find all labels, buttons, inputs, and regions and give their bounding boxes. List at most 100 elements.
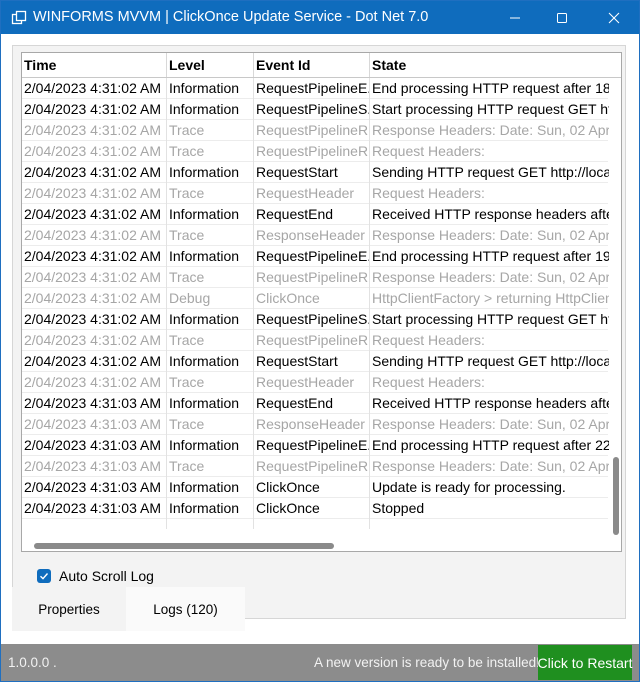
cell-time[interactable]: 2/04/2023 4:31:02 AM bbox=[22, 141, 167, 162]
cell-time[interactable]: 2/04/2023 4:31:02 AM bbox=[22, 351, 167, 372]
cell-level[interactable]: Information bbox=[167, 246, 254, 267]
minimize-button[interactable] bbox=[492, 1, 538, 34]
cell-state[interactable]: Response Headers: Date: Sun, 02 Apr 202 bbox=[370, 225, 610, 246]
column-header-event-id[interactable]: Event Id bbox=[254, 53, 370, 77]
cell-event-id[interactable]: RequestEnd bbox=[254, 204, 370, 225]
cell-state[interactable]: Response Headers: Date: Sun, 02 Apr 202 bbox=[370, 414, 610, 435]
vertical-scroll-thumb[interactable] bbox=[613, 457, 619, 535]
horizontal-scroll-thumb[interactable] bbox=[34, 543, 334, 549]
cell-time[interactable]: 2/04/2023 4:31:03 AM bbox=[22, 498, 167, 519]
cell-level[interactable]: Information bbox=[167, 162, 254, 183]
cell-event-id[interactable]: ClickOnce bbox=[254, 477, 370, 498]
cell-state[interactable]: Request Headers: bbox=[370, 372, 610, 393]
cell-time[interactable]: 2/04/2023 4:31:02 AM bbox=[22, 204, 167, 225]
cell-event-id[interactable]: RequestHeader bbox=[254, 183, 370, 204]
cell-state[interactable]: Request Headers: bbox=[370, 183, 610, 204]
cell-event-id[interactable]: ResponseHeader bbox=[254, 414, 370, 435]
cell-time[interactable]: 2/04/2023 4:31:03 AM bbox=[22, 414, 167, 435]
cell-event-id[interactable]: RequestStart bbox=[254, 162, 370, 183]
cell-level[interactable]: Information bbox=[167, 204, 254, 225]
restart-button[interactable]: Click to Restart bbox=[538, 645, 632, 680]
table-row[interactable]: 2/04/2023 4:31:02 AM Trace RequestPipeline… bbox=[22, 120, 610, 141]
cell-level[interactable]: Trace bbox=[167, 456, 254, 477]
cell-time[interactable]: 2/04/2023 4:31:02 AM bbox=[22, 246, 167, 267]
cell-event-id[interactable]: RequestPipelineE... bbox=[254, 78, 370, 99]
table-row[interactable]: 2/04/2023 4:31:02 AM Trace RequestPipeline… bbox=[22, 330, 608, 351]
tab-properties[interactable]: Properties bbox=[12, 587, 126, 631]
tab-logs[interactable]: Logs (120) bbox=[126, 587, 245, 631]
cell-time[interactable]: 2/04/2023 4:31:02 AM bbox=[22, 99, 167, 120]
cell-state[interactable]: Received HTTP response headers after 1.2 bbox=[370, 204, 610, 225]
cell-state[interactable]: Stopped bbox=[370, 498, 610, 519]
close-button[interactable] bbox=[591, 1, 637, 34]
cell-level[interactable]: Debug bbox=[167, 288, 254, 309]
horizontal-scrollbar[interactable] bbox=[22, 538, 609, 551]
table-row[interactable]: 2/04/2023 4:31:03 AM Trace ResponseHeader R… bbox=[22, 414, 610, 435]
table-row[interactable]: 2/04/2023 4:31:02 AM Trace RequestPipeline… bbox=[22, 141, 608, 162]
cell-event-id[interactable]: RequestPipelineR... bbox=[254, 141, 370, 162]
cell-state[interactable]: End processing HTTP request after 193.8 bbox=[370, 246, 610, 267]
cell-time[interactable]: 2/04/2023 4:31:03 AM bbox=[22, 477, 167, 498]
cell-time[interactable]: 2/04/2023 4:31:02 AM bbox=[22, 162, 167, 183]
cell-time[interactable]: 2/04/2023 4:31:03 AM bbox=[22, 435, 167, 456]
cell-time[interactable]: 2/04/2023 4:31:03 AM bbox=[22, 456, 167, 477]
table-row[interactable]: 2/04/2023 4:31:02 AM Information RequestSt… bbox=[22, 162, 610, 183]
cell-state[interactable]: HttpClientFactory > returning HttpClient bbox=[370, 288, 610, 309]
cell-state[interactable]: End processing HTTP request after 188.5 bbox=[370, 78, 610, 99]
table-row[interactable]: 2/04/2023 4:31:02 AM Information RequestSt… bbox=[22, 351, 610, 372]
cell-level[interactable]: Information bbox=[167, 498, 254, 519]
cell-level[interactable]: Trace bbox=[167, 183, 254, 204]
cell-time[interactable]: 2/04/2023 4:31:02 AM bbox=[22, 267, 167, 288]
cell-state[interactable]: Sending HTTP request GET http://localho bbox=[370, 162, 610, 183]
cell-event-id[interactable]: RequestPipelineS... bbox=[254, 309, 370, 330]
cell-time[interactable]: 2/04/2023 4:31:02 AM bbox=[22, 330, 167, 351]
maximize-button[interactable] bbox=[539, 1, 585, 34]
cell-state[interactable]: Response Headers: Date: Sun, 02 Apr 202 bbox=[370, 456, 610, 477]
auto-scroll-label[interactable]: Auto Scroll Log bbox=[59, 568, 154, 584]
cell-level[interactable]: Information bbox=[167, 309, 254, 330]
cell-level[interactable]: Trace bbox=[167, 225, 254, 246]
cell-level[interactable]: Information bbox=[167, 99, 254, 120]
log-grid[interactable]: Time Level Event Id State 2/04/2023 4:31… bbox=[21, 52, 622, 552]
cell-state[interactable]: Update is ready for processing. bbox=[370, 477, 610, 498]
cell-event-id[interactable]: RequestStart bbox=[254, 351, 370, 372]
cell-event-id[interactable]: RequestPipelineE... bbox=[254, 435, 370, 456]
cell-event-id[interactable]: RequestPipelineR... bbox=[254, 267, 370, 288]
column-header-time[interactable]: Time bbox=[22, 53, 167, 77]
cell-time[interactable]: 2/04/2023 4:31:02 AM bbox=[22, 78, 167, 99]
cell-level[interactable]: Trace bbox=[167, 141, 254, 162]
cell-event-id[interactable]: RequestHeader bbox=[254, 372, 370, 393]
table-row[interactable]: 2/04/2023 4:31:02 AM Information RequestPi… bbox=[22, 309, 610, 330]
auto-scroll-option[interactable]: Auto Scroll Log bbox=[37, 566, 154, 586]
cell-time[interactable]: 2/04/2023 4:31:03 AM bbox=[22, 393, 167, 414]
title-bar[interactable]: WINFORMS MVVM | ClickOnce Update Service… bbox=[1, 1, 639, 34]
table-row[interactable]: 2/04/2023 4:31:02 AM Information RequestPi… bbox=[22, 99, 610, 120]
cell-level[interactable]: Trace bbox=[167, 372, 254, 393]
cell-state[interactable]: Request Headers: bbox=[370, 141, 610, 162]
table-row[interactable]: 2/04/2023 4:31:02 AM Information RequestPi… bbox=[22, 246, 610, 267]
cell-event-id[interactable]: RequestPipelineR... bbox=[254, 456, 370, 477]
table-row[interactable]: 2/04/2023 4:31:03 AM Information RequestPi… bbox=[22, 435, 610, 456]
table-row[interactable]: 2/04/2023 4:31:03 AM Trace RequestPipeline… bbox=[22, 456, 610, 477]
cell-level[interactable]: Trace bbox=[167, 267, 254, 288]
vertical-scrollbar[interactable] bbox=[609, 78, 621, 551]
table-row[interactable]: 2/04/2023 4:31:02 AM Trace RequestHeader Re… bbox=[22, 372, 608, 393]
cell-level[interactable]: Trace bbox=[167, 330, 254, 351]
cell-state[interactable]: Sending HTTP request GET http://localho bbox=[370, 351, 610, 372]
table-row[interactable]: 2/04/2023 4:31:03 AM Information RequestEn… bbox=[22, 393, 610, 414]
table-row[interactable]: 2/04/2023 4:31:02 AM Trace RequestPipeline… bbox=[22, 267, 610, 288]
cell-state[interactable]: Start processing HTTP request GET http:/ bbox=[370, 309, 610, 330]
table-row[interactable]: 2/04/2023 4:31:02 AM Information RequestPi… bbox=[22, 78, 610, 99]
table-row[interactable]: 2/04/2023 4:31:02 AM Trace RequestHeader Re… bbox=[22, 183, 608, 204]
cell-event-id[interactable]: RequestPipelineS... bbox=[254, 99, 370, 120]
cell-state[interactable]: End processing HTTP request after 220.4 bbox=[370, 435, 610, 456]
cell-time[interactable]: 2/04/2023 4:31:02 AM bbox=[22, 183, 167, 204]
cell-level[interactable]: Information bbox=[167, 477, 254, 498]
table-row[interactable]: 2/04/2023 4:31:03 AM Information ClickOnce… bbox=[22, 498, 608, 519]
cell-level[interactable]: Information bbox=[167, 78, 254, 99]
cell-time[interactable]: 2/04/2023 4:31:02 AM bbox=[22, 372, 167, 393]
cell-event-id[interactable]: RequestPipelineR... bbox=[254, 120, 370, 141]
cell-event-id[interactable]: ClickOnce bbox=[254, 288, 370, 309]
cell-state[interactable]: Start processing HTTP request GET http:/ bbox=[370, 99, 610, 120]
cell-level[interactable]: Information bbox=[167, 393, 254, 414]
